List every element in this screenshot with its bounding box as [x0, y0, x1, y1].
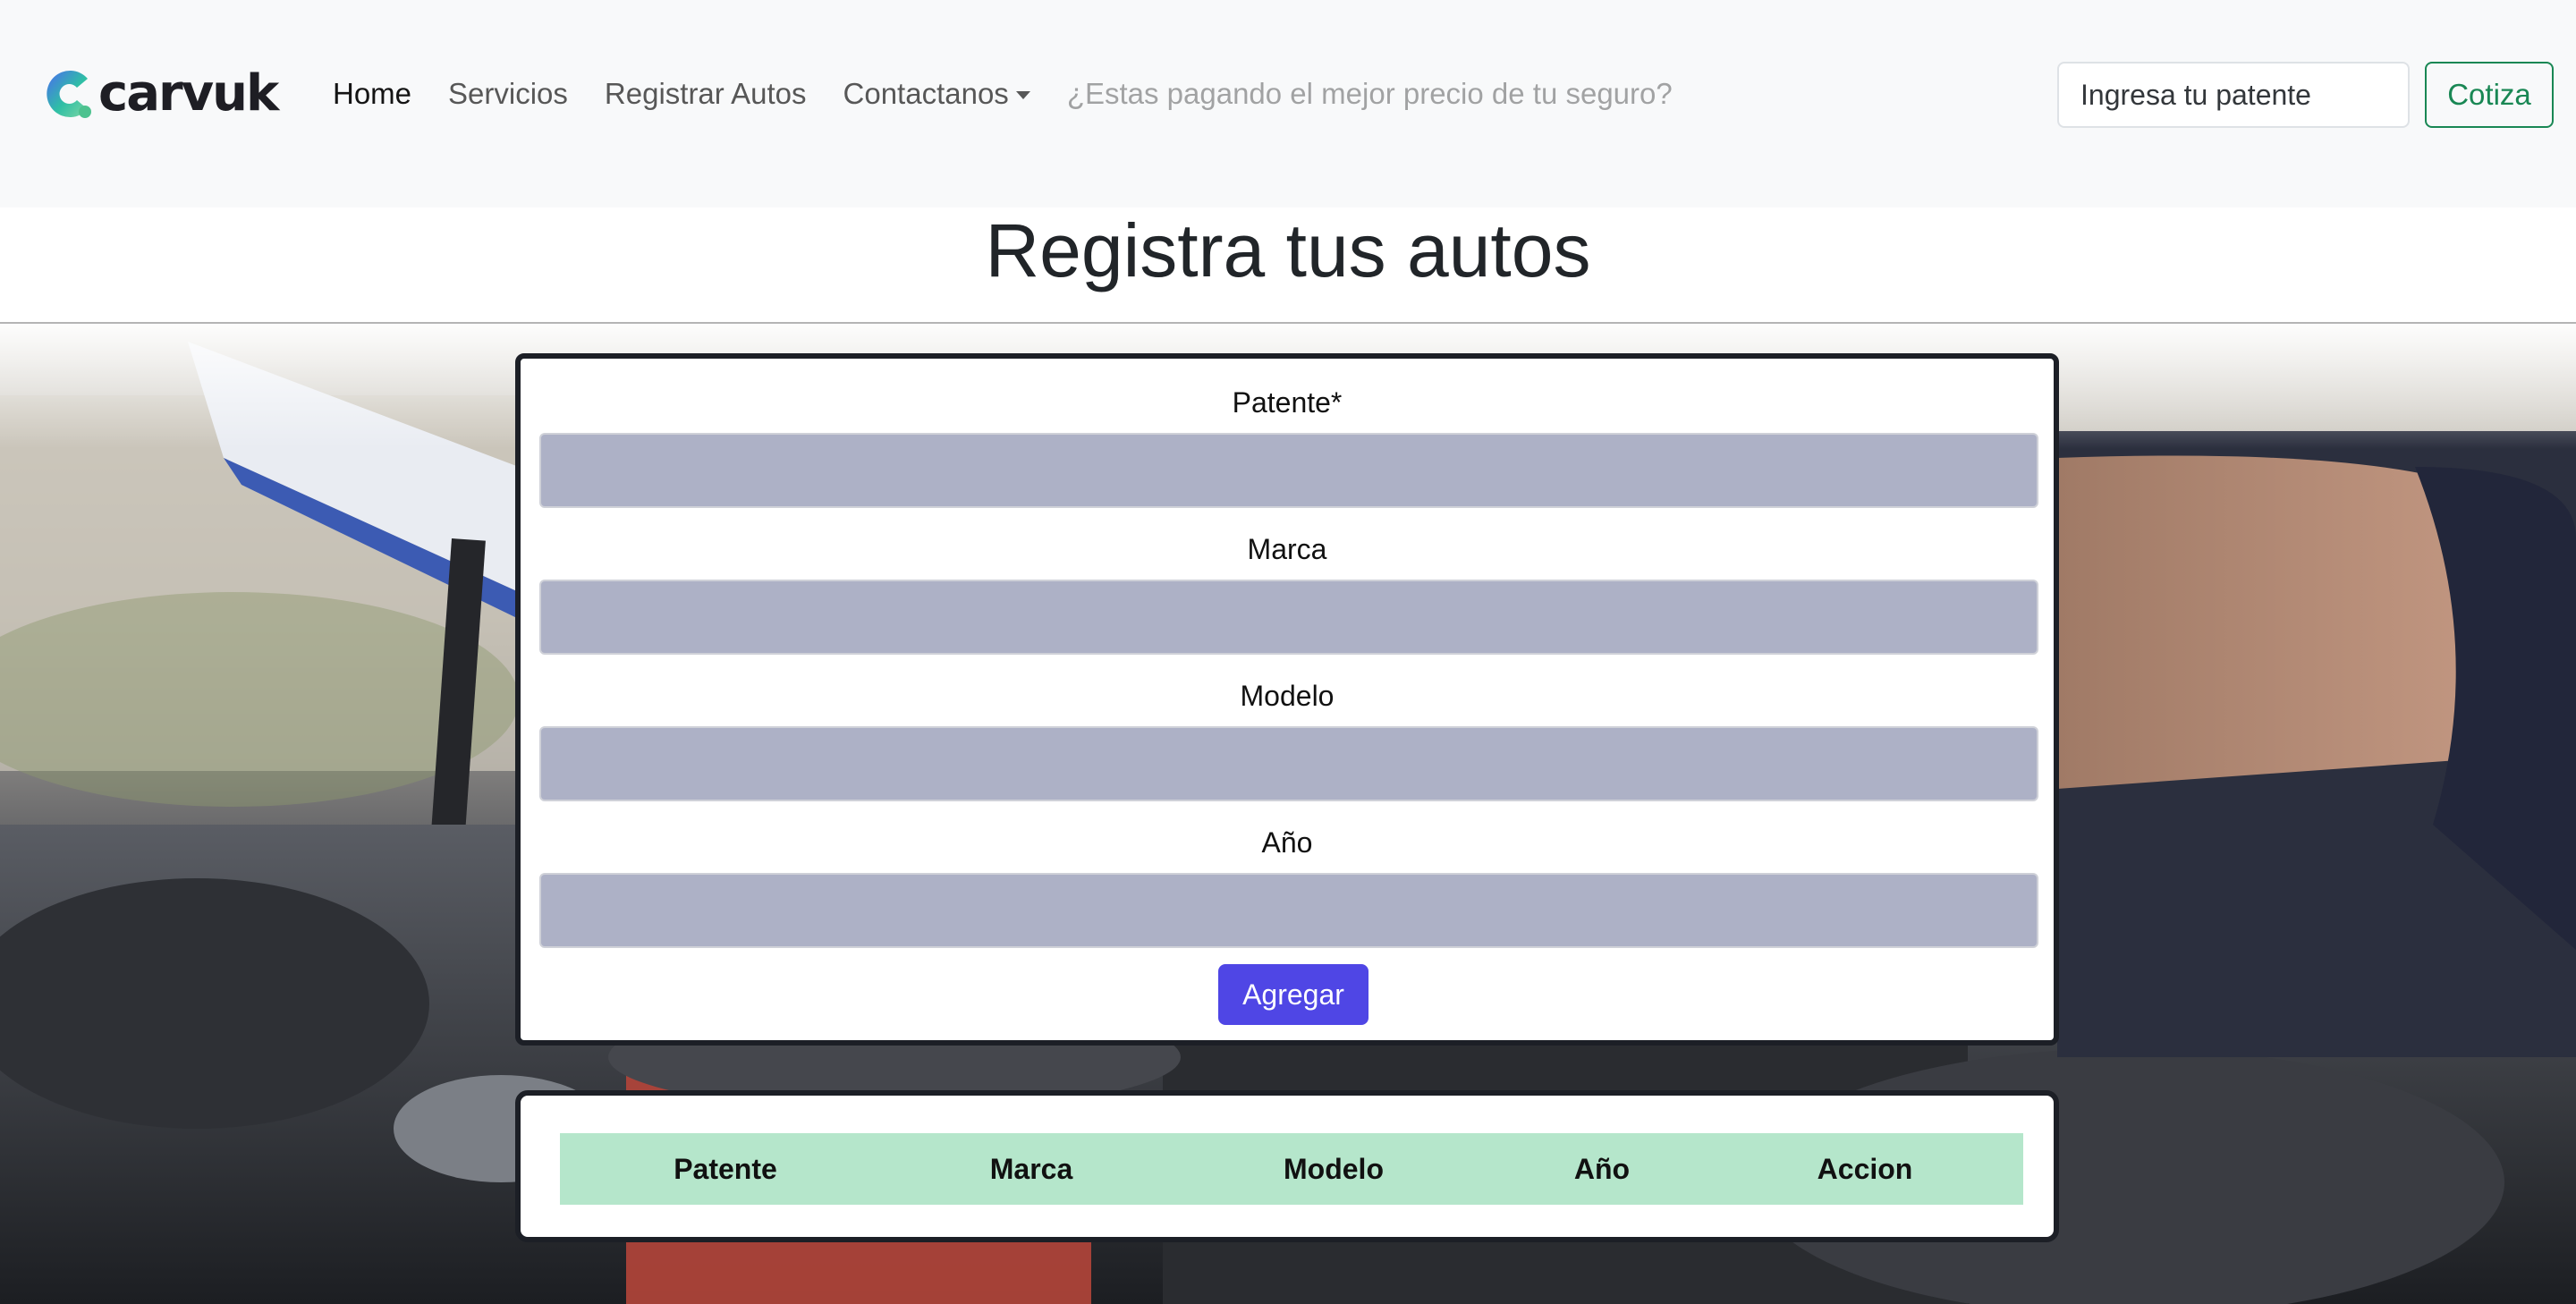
anio-input[interactable]	[539, 873, 2038, 948]
search-form: Cotiza	[2057, 62, 2554, 128]
brand-logo[interactable]: carvuk	[41, 64, 279, 123]
carvuk-logo-icon	[47, 71, 91, 118]
table-header-row: Patente Marca Modelo Año Accion	[560, 1133, 2023, 1205]
cars-table-card: Patente Marca Modelo Año Accion	[515, 1090, 2059, 1242]
register-car-form: Patente* Marca Modelo Año Agregar	[515, 353, 2059, 1046]
patente-search-input[interactable]	[2057, 62, 2410, 128]
nav-item-contactanos-dropdown[interactable]: Contactanos	[843, 77, 1030, 111]
marca-input[interactable]	[539, 580, 2038, 655]
nav-links: Home Servicios Registrar Autos Contactan…	[333, 70, 1673, 118]
brand-name: carvuk	[98, 64, 279, 123]
column-header-anio: Año	[1573, 1153, 1631, 1185]
agregar-button[interactable]: Agregar	[1218, 964, 1368, 1025]
marca-label: Marca	[1247, 533, 1327, 565]
nav-item-servicios[interactable]: Servicios	[448, 77, 568, 111]
column-header-marca: Marca	[989, 1153, 1073, 1185]
chevron-down-icon	[1015, 90, 1030, 99]
column-header-modelo: Modelo	[1284, 1153, 1384, 1185]
patente-label: Patente*	[1232, 386, 1343, 419]
column-header-patente: Patente	[674, 1153, 777, 1185]
nav-item-contactanos-label: Contactanos	[843, 77, 1009, 110]
anio-label: Año	[1261, 826, 1313, 859]
nav-item-seguro-disabled: ¿Estas pagando el mejor precio de tu seg…	[1066, 77, 1673, 110]
modelo-input[interactable]	[539, 726, 2038, 801]
column-header-accion: Accion	[1817, 1153, 1913, 1185]
navbar: carvuk Home Servicios Registrar Autos Co…	[0, 0, 2576, 207]
patente-input[interactable]	[539, 433, 2038, 508]
cotiza-button[interactable]: Cotiza	[2425, 62, 2554, 128]
nav-item-home[interactable]: Home	[333, 77, 411, 111]
nav-item-registrar-autos[interactable]: Registrar Autos	[605, 77, 807, 111]
modelo-label: Modelo	[1240, 680, 1335, 712]
page-title: Registra tus autos	[985, 208, 1591, 292]
